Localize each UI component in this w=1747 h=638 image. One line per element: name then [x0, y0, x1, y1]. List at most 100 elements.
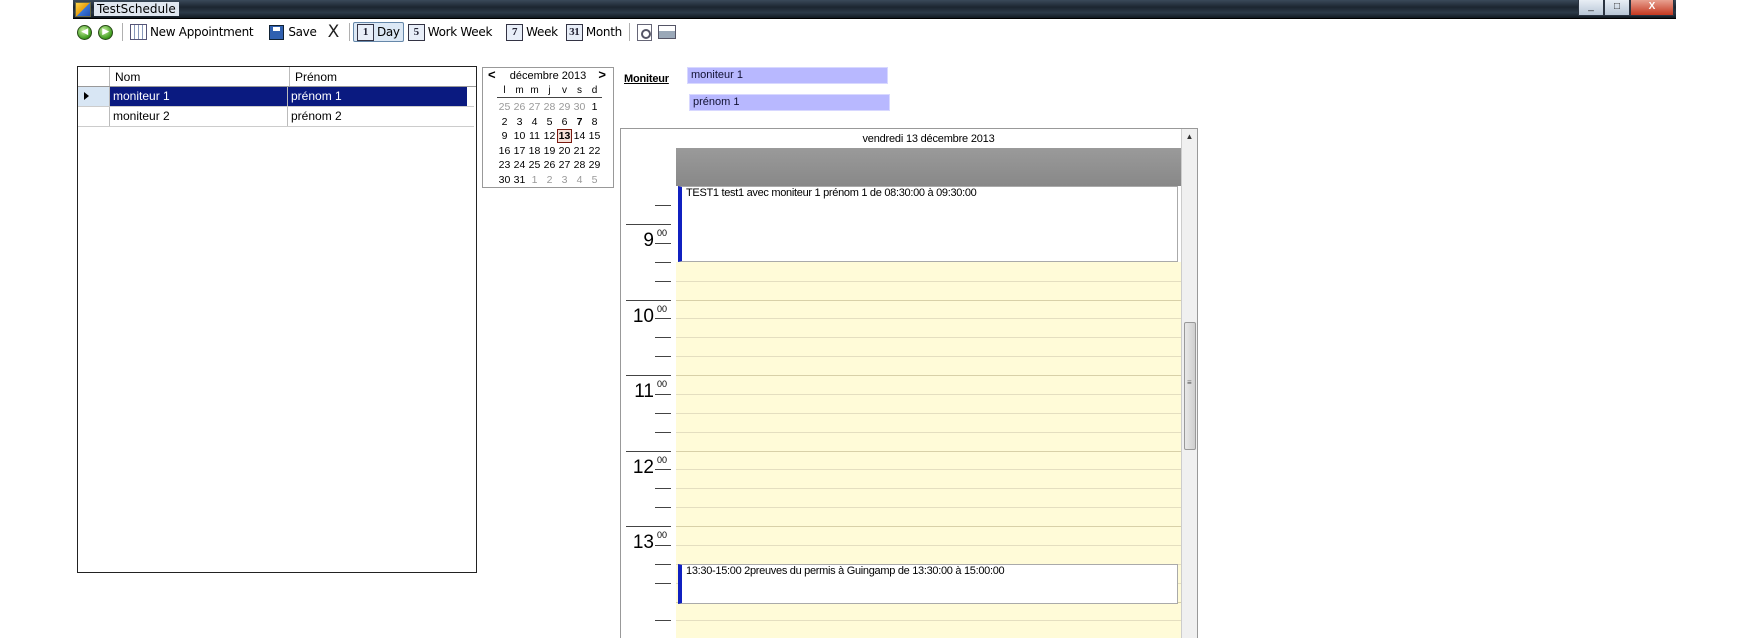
- moniteur-grid[interactable]: Nom Prénom moniteur 1 prénom 1 moniteur …: [77, 66, 477, 573]
- calendar-day[interactable]: 25: [527, 158, 542, 173]
- hour-number: 10: [632, 305, 654, 327]
- day-header[interactable]: vendredi 13 décembre 2013: [676, 129, 1181, 149]
- grid-header: Nom Prénom: [78, 67, 476, 87]
- cell-prenom[interactable]: prénom 2: [288, 107, 467, 126]
- print-button[interactable]: [656, 21, 676, 43]
- appointment[interactable]: TEST1 test1 avec moniteur 1 prénom 1 de …: [678, 186, 1178, 262]
- calendar-day[interactable]: 8: [587, 115, 602, 130]
- calendar-day[interactable]: 20: [557, 144, 572, 159]
- table-row[interactable]: moniteur 2 prénom 2: [78, 107, 474, 127]
- calendar-day[interactable]: 3: [512, 115, 527, 130]
- calendar-day[interactable]: 5: [542, 115, 557, 130]
- appointment[interactable]: 13:30-15:00 2preuves du permis à Guingam…: [678, 564, 1178, 604]
- previous-button[interactable]: ◀: [73, 21, 98, 43]
- save-button[interactable]: Save: [265, 21, 320, 43]
- calendar-day[interactable]: 30: [572, 100, 587, 115]
- work-week-view-button[interactable]: 5 Work Week: [404, 21, 496, 43]
- day-view-button[interactable]: 1 Day: [352, 22, 404, 42]
- cell-prenom[interactable]: prénom 1: [288, 87, 467, 106]
- calendar-day[interactable]: 27: [527, 100, 542, 115]
- calendar-icon: [130, 24, 147, 40]
- calendar-day[interactable]: 27: [557, 158, 572, 173]
- column-header-prenom[interactable]: Prénom: [290, 67, 471, 86]
- calendar-day[interactable]: 4: [572, 173, 587, 188]
- calendar-day[interactable]: 23: [497, 158, 512, 173]
- calendar-day[interactable]: 25: [497, 100, 512, 115]
- calendar-day[interactable]: 2: [497, 115, 512, 130]
- table-row[interactable]: moniteur 1 prénom 1: [78, 87, 474, 107]
- hour-minutes: 00: [656, 228, 667, 238]
- calendar-day[interactable]: 19: [542, 144, 557, 159]
- vertical-scrollbar[interactable]: ▲ ≡: [1181, 129, 1197, 638]
- time-slot-line: [676, 318, 1181, 320]
- calendar-day[interactable]: 7: [572, 115, 587, 130]
- week-view-button[interactable]: 7 Week: [502, 21, 562, 43]
- cell-nom[interactable]: moniteur 2: [110, 107, 288, 126]
- calendar-day[interactable]: 1: [527, 173, 542, 188]
- hour-tick: [626, 450, 671, 452]
- scrollbar-thumb[interactable]: ≡: [1184, 322, 1196, 450]
- hour-number: 13: [632, 532, 654, 553]
- row-selector[interactable]: [78, 107, 110, 126]
- calendar-day[interactable]: 30: [497, 173, 512, 188]
- calendar-day[interactable]: 9: [497, 129, 512, 144]
- close-button[interactable]: X: [1630, 0, 1674, 16]
- month-view-button[interactable]: 31 Month: [562, 21, 626, 43]
- delete-button[interactable]: X: [321, 21, 346, 43]
- calendar-day[interactable]: 26: [512, 100, 527, 115]
- calendar-day[interactable]: 26: [542, 158, 557, 173]
- calendar-day[interactable]: 1: [587, 100, 602, 115]
- cell-nom[interactable]: moniteur 1: [110, 87, 288, 106]
- save-label: Save: [288, 25, 317, 39]
- time-slot-line: [676, 526, 1181, 527]
- calendar-day[interactable]: 24: [512, 158, 527, 173]
- calendar-day[interactable]: 4: [527, 115, 542, 130]
- calendar-day[interactable]: 22: [587, 144, 602, 159]
- calendar-day[interactable]: 28: [542, 100, 557, 115]
- calendar-day[interactable]: 21: [572, 144, 587, 159]
- calendar-day[interactable]: 16: [497, 144, 512, 159]
- calendar-day[interactable]: 18: [527, 144, 542, 159]
- minimize-button[interactable]: _: [1578, 0, 1604, 16]
- calendar-day[interactable]: 28: [572, 158, 587, 173]
- calendar-day[interactable]: 3: [557, 173, 572, 188]
- weekday-label: v: [562, 85, 567, 96]
- column-header-nom[interactable]: Nom: [110, 67, 290, 86]
- weekday-label: m: [530, 85, 539, 96]
- calendar-day[interactable]: 29: [587, 158, 602, 173]
- previous-month-button[interactable]: <: [488, 68, 496, 82]
- quarter-tick: [655, 280, 671, 282]
- calendar-day[interactable]: 12: [542, 129, 557, 144]
- calendar-day-today[interactable]: 13: [557, 129, 572, 143]
- row-selector[interactable]: [78, 87, 110, 106]
- next-button[interactable]: ▶: [98, 21, 119, 43]
- day-time-slots[interactable]: TEST1 test1 avec moniteur 1 prénom 1 de …: [676, 186, 1181, 638]
- next-month-button[interactable]: >: [598, 68, 606, 82]
- quarter-tick: [655, 488, 671, 490]
- scroll-up-arrow-icon[interactable]: ▲: [1182, 131, 1197, 143]
- calendar-day[interactable]: 29: [557, 100, 572, 115]
- quarter-tick: [655, 205, 671, 207]
- day-view-scheduler[interactable]: 9 00 10 00 11 00 12 00 13 00 vendredi 13 décembre…: [620, 128, 1198, 638]
- calendar-day[interactable]: 31: [512, 173, 527, 188]
- quarter-tick: [655, 318, 671, 320]
- calendar-day[interactable]: 11: [527, 129, 542, 144]
- time-slot-line: [676, 337, 1181, 339]
- calendar-day[interactable]: 10: [512, 129, 527, 144]
- time-slot-line: [676, 393, 1181, 395]
- calendar-day[interactable]: 14: [572, 129, 587, 144]
- quarter-tick: [655, 582, 671, 584]
- weekday-label: j: [548, 85, 551, 96]
- calendar-day[interactable]: 17: [512, 144, 527, 159]
- hour-tick: [626, 526, 671, 527]
- time-slot-line: [676, 620, 1181, 622]
- calendar-day[interactable]: 6: [557, 115, 572, 130]
- all-day-area[interactable]: [676, 148, 1181, 186]
- new-appointment-button[interactable]: New Appointment: [126, 21, 257, 43]
- appointment-text: 13:30-15:00 2preuves du permis à Guingam…: [686, 565, 1005, 577]
- calendar-day[interactable]: 5: [587, 173, 602, 188]
- maximize-button[interactable]: □: [1604, 0, 1630, 16]
- calendar-day[interactable]: 2: [542, 173, 557, 188]
- calendar-day[interactable]: 15: [587, 129, 602, 144]
- print-preview-button[interactable]: [633, 21, 656, 43]
